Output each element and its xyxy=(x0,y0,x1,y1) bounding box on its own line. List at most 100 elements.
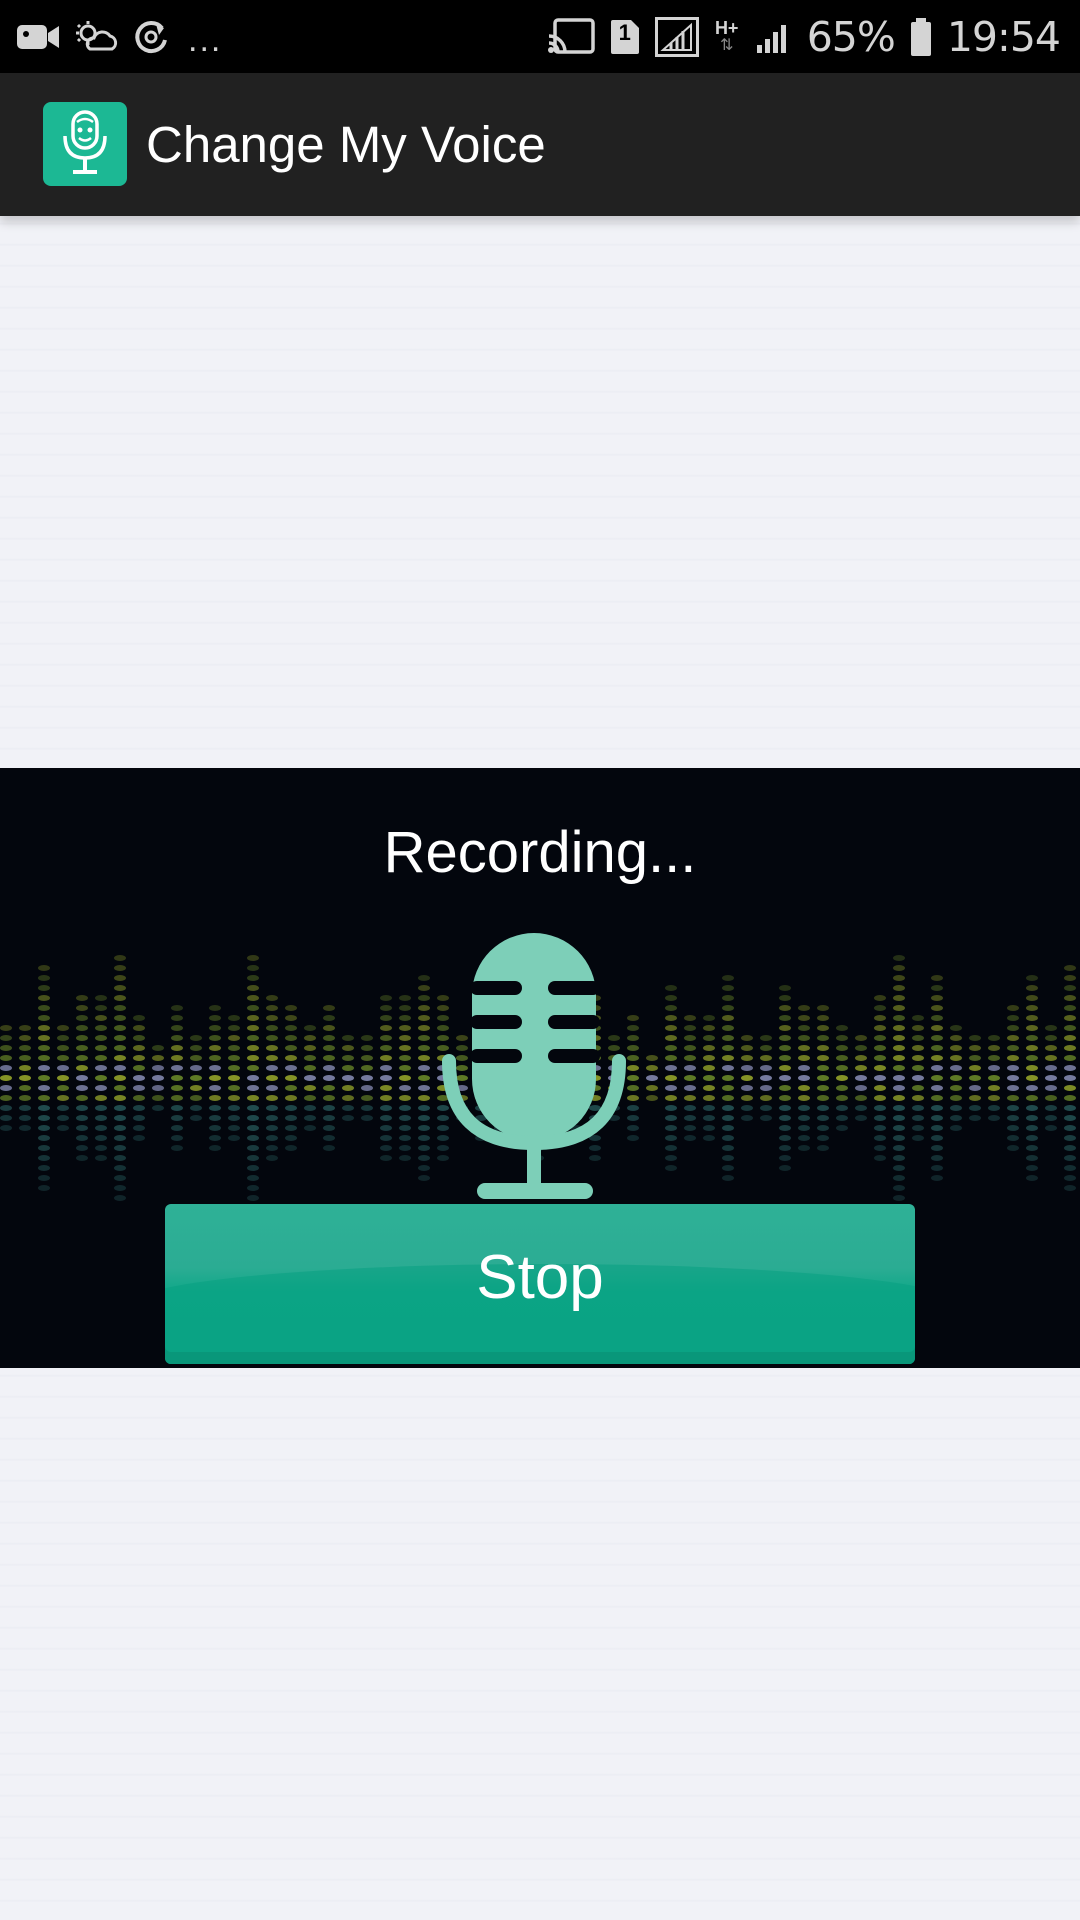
equalizer-dot xyxy=(703,1075,715,1081)
equalizer-dot xyxy=(893,1195,905,1201)
equalizer-dot xyxy=(342,1035,354,1041)
equalizer-dot xyxy=(418,1155,430,1161)
equalizer-dot xyxy=(38,1045,50,1051)
equalizer-dot xyxy=(931,1055,943,1061)
equalizer-dot xyxy=(95,1065,107,1071)
equalizer-dot xyxy=(133,1115,145,1121)
equalizer-dot xyxy=(893,1135,905,1141)
equalizer-dot xyxy=(1026,1155,1038,1161)
equalizer-dot xyxy=(722,975,734,981)
equalizer-dot xyxy=(133,1015,145,1021)
equalizer-dot xyxy=(285,1145,297,1151)
equalizer-dot xyxy=(817,1045,829,1051)
equalizer-dot xyxy=(1007,1065,1019,1071)
equalizer-dot xyxy=(285,1025,297,1031)
equalizer-dot xyxy=(380,1065,392,1071)
equalizer-dot xyxy=(893,1035,905,1041)
equalizer-dot xyxy=(722,1005,734,1011)
equalizer-dot xyxy=(95,1085,107,1091)
equalizer-dot xyxy=(133,1085,145,1091)
equalizer-dot xyxy=(380,1075,392,1081)
equalizer-dot xyxy=(266,1125,278,1131)
equalizer-dot xyxy=(817,1115,829,1121)
equalizer-dot xyxy=(247,1085,259,1091)
equalizer-dot xyxy=(171,1125,183,1131)
equalizer-dot xyxy=(418,1095,430,1101)
equalizer-dot xyxy=(874,1135,886,1141)
equalizer-dot xyxy=(266,1155,278,1161)
equalizer-dot xyxy=(0,1045,12,1051)
equalizer-dot xyxy=(247,1045,259,1051)
equalizer-dot xyxy=(855,1095,867,1101)
equalizer-dot xyxy=(247,1025,259,1031)
equalizer-dot xyxy=(171,1135,183,1141)
equalizer-dot xyxy=(285,1065,297,1071)
equalizer-dot xyxy=(760,1095,772,1101)
equalizer-dot xyxy=(969,1065,981,1071)
equalizer-dot xyxy=(361,1065,373,1071)
equalizer-dot xyxy=(703,1055,715,1061)
equalizer-dot xyxy=(418,1015,430,1021)
equalizer-dot xyxy=(247,1175,259,1181)
equalizer-dot xyxy=(133,1135,145,1141)
equalizer-dot xyxy=(57,1045,69,1051)
equalizer-dot xyxy=(665,1055,677,1061)
equalizer-dot xyxy=(76,1075,88,1081)
equalizer-dot xyxy=(38,1085,50,1091)
equalizer-dot xyxy=(323,1075,335,1081)
equalizer-dot xyxy=(1007,1095,1019,1101)
equalizer-dot xyxy=(247,955,259,961)
equalizer-dot xyxy=(323,1145,335,1151)
equalizer-dot xyxy=(703,1045,715,1051)
equalizer-dot xyxy=(874,1035,886,1041)
equalizer-dot xyxy=(760,1105,772,1111)
equalizer-dot xyxy=(209,1075,221,1081)
equalizer-dot xyxy=(114,995,126,1001)
equalizer-dot xyxy=(893,995,905,1001)
sync-icon xyxy=(132,18,170,56)
equalizer-dot xyxy=(57,1125,69,1131)
equalizer-dot xyxy=(38,1135,50,1141)
stop-button[interactable]: Stop xyxy=(165,1204,915,1364)
equalizer-dot xyxy=(1064,1075,1076,1081)
equalizer-dot xyxy=(1026,1065,1038,1071)
equalizer-dot xyxy=(95,1135,107,1141)
equalizer-dot xyxy=(836,1125,848,1131)
equalizer-dot xyxy=(684,1045,696,1051)
equalizer-dot xyxy=(722,1145,734,1151)
equalizer-dot xyxy=(285,1035,297,1041)
equalizer-dot xyxy=(665,1085,677,1091)
equalizer-dot xyxy=(969,1035,981,1041)
equalizer-dot xyxy=(798,1065,810,1071)
equalizer-dot xyxy=(0,1055,12,1061)
equalizer-dot xyxy=(171,1115,183,1121)
equalizer-dot xyxy=(418,1055,430,1061)
equalizer-dot xyxy=(931,1085,943,1091)
equalizer-dot xyxy=(228,1025,240,1031)
equalizer-dot xyxy=(323,1125,335,1131)
equalizer-dot xyxy=(323,1005,335,1011)
equalizer-dot xyxy=(817,1055,829,1061)
equalizer-dot xyxy=(190,1095,202,1101)
equalizer-dot xyxy=(361,1085,373,1091)
equalizer-dot xyxy=(228,1065,240,1071)
equalizer-dot xyxy=(19,1075,31,1081)
equalizer-dot xyxy=(836,1045,848,1051)
equalizer-dot xyxy=(38,985,50,991)
equalizer-dot xyxy=(399,995,411,1001)
recording-status: Recording... xyxy=(383,820,697,885)
equalizer-dot xyxy=(247,1155,259,1161)
equalizer-dot xyxy=(1026,1135,1038,1141)
equalizer-dot xyxy=(380,1055,392,1061)
equalizer-dot xyxy=(114,1045,126,1051)
status-left: ... xyxy=(16,0,222,73)
equalizer-dot xyxy=(342,1055,354,1061)
equalizer-dot xyxy=(285,1125,297,1131)
equalizer-dot xyxy=(57,1065,69,1071)
equalizer-dot xyxy=(152,1075,164,1081)
equalizer-dot xyxy=(684,1105,696,1111)
equalizer-dot xyxy=(817,1005,829,1011)
equalizer-dot xyxy=(190,1065,202,1071)
equalizer-dot xyxy=(266,1095,278,1101)
equalizer-dot xyxy=(0,1125,12,1131)
